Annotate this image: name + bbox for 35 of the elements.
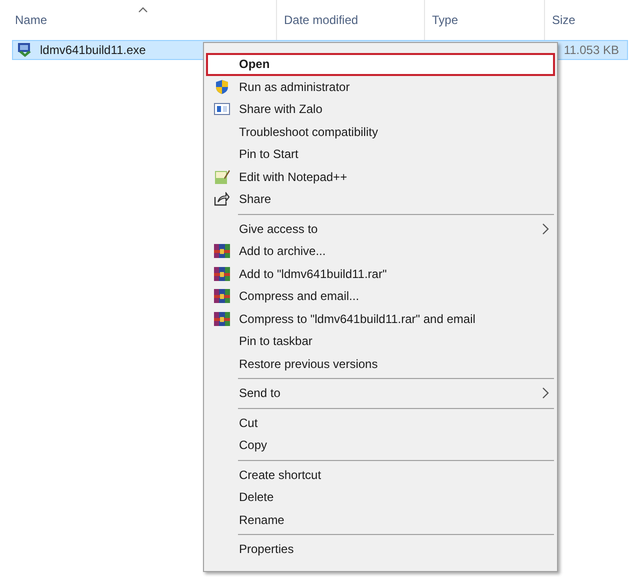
menu-item[interactable]: Pin to Start xyxy=(206,143,555,166)
menu-item[interactable]: Edit with Notepad++ xyxy=(206,166,555,188)
menu-item[interactable]: Run as administrator xyxy=(206,76,555,98)
books-icon xyxy=(214,288,230,304)
file-name: ldmv641build11.exe xyxy=(40,42,146,59)
menu-item[interactable]: Restore previous versions xyxy=(206,352,555,375)
books-icon xyxy=(214,310,230,327)
menu-item[interactable]: Add to "ldmv641build11.rar" xyxy=(206,262,555,285)
menu-item[interactable]: Copy xyxy=(206,434,555,456)
books-icon xyxy=(214,243,230,260)
menu-item[interactable]: Cut xyxy=(206,412,555,434)
menu-item[interactable]: Open xyxy=(206,53,555,76)
menu-item[interactable]: Give access to xyxy=(206,218,555,240)
menu-item[interactable]: Properties xyxy=(206,538,555,560)
share-icon xyxy=(214,192,230,206)
menu-item[interactable]: Share xyxy=(206,188,555,210)
menu-item[interactable]: Pin to taskbar xyxy=(206,330,555,352)
column-header[interactable]: Date modified xyxy=(284,11,358,29)
column-header[interactable]: Name xyxy=(15,11,48,29)
menu-item[interactable]: Create shortcut xyxy=(206,464,555,486)
file-size: 11.053 KB xyxy=(564,42,619,59)
column-header[interactable]: Size xyxy=(552,11,576,29)
menu-item[interactable]: Compress to "ldmv641build11.rar" and email xyxy=(206,308,555,330)
shield-icon xyxy=(214,78,230,95)
books-icon xyxy=(214,266,230,282)
menu-item[interactable]: Rename xyxy=(206,508,555,531)
menu-item[interactable]: Compress and email... xyxy=(206,285,555,308)
notepad-icon xyxy=(214,168,230,185)
menu-item[interactable]: Troubleshoot compatibility xyxy=(206,120,555,143)
menu-item[interactable]: Share with Zalo xyxy=(206,98,555,120)
menu-item[interactable]: Send to xyxy=(206,382,555,404)
menu-item[interactable]: Add to archive... xyxy=(206,240,555,262)
menu-item[interactable]: Delete xyxy=(206,486,555,508)
column-header[interactable]: Type xyxy=(432,11,458,29)
window-icon xyxy=(214,103,230,116)
